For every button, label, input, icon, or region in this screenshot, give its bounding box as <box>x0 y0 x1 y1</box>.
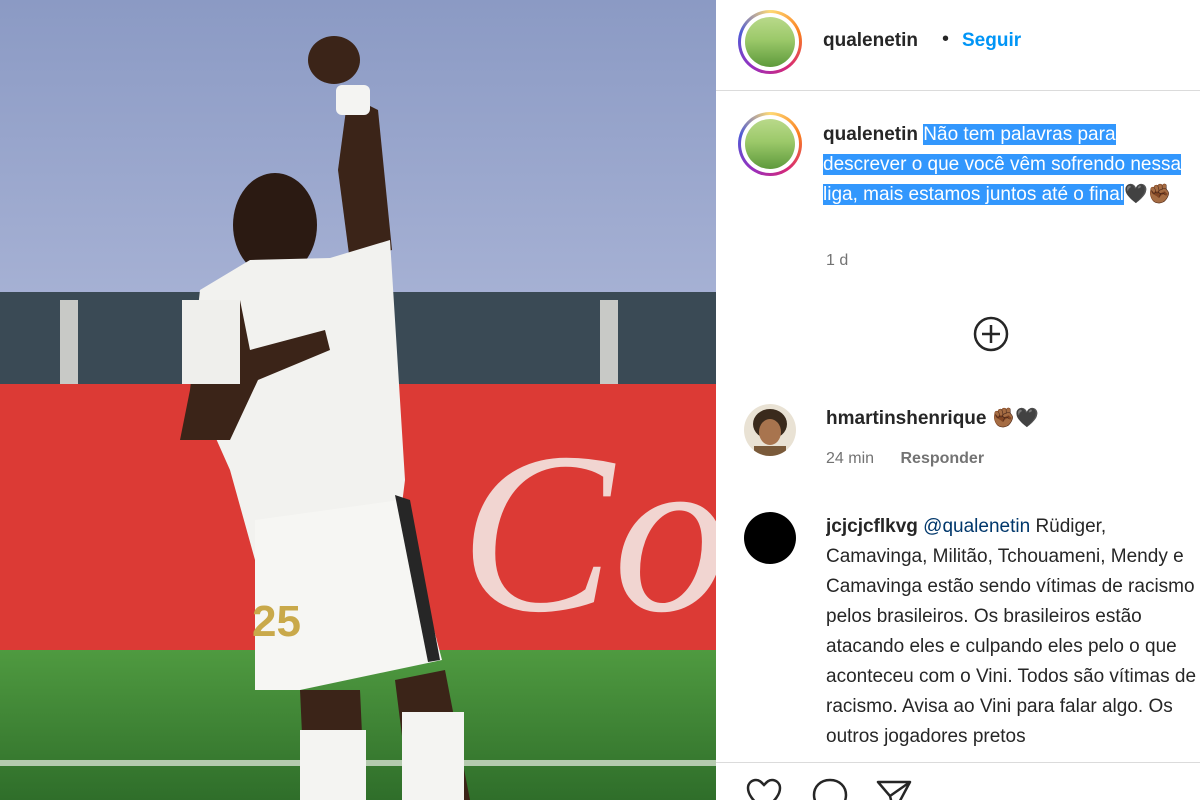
author-username[interactable]: qualenetin <box>823 30 918 52</box>
jersey-number: 25 <box>252 597 301 646</box>
post-header: qualenetin • Seguir <box>716 0 1200 86</box>
comment-meta: 24 min Responder <box>826 450 1006 468</box>
comment-body: Rüdiger, Camavinga, Militão, Tchouameni,… <box>826 516 1197 747</box>
caption-emoji: 🖤✊🏾 <box>1124 184 1172 205</box>
header-divider <box>716 90 1200 91</box>
commenter-avatar[interactable] <box>744 404 796 456</box>
caption-username[interactable]: qualenetin <box>823 124 918 145</box>
player-photo-illustration: Coca 25 <box>0 0 716 800</box>
ad-board-text: Coca <box>460 405 716 660</box>
comment-text: jcjcjcflkvg @qualenetin Rüdiger, Camavin… <box>826 512 1200 752</box>
reply-button[interactable]: Responder <box>900 450 984 467</box>
share-icon[interactable] <box>874 776 914 800</box>
author-avatar[interactable] <box>738 10 802 74</box>
post-side-panel: qualenetin • Seguir qualenetin Não tem p… <box>716 0 1200 800</box>
comment-username[interactable]: hmartinshenrique <box>826 408 986 429</box>
comment-body: ✊🏾🖤 <box>991 408 1040 429</box>
comment-username[interactable]: jcjcjcflkvg <box>826 516 918 537</box>
separator-dot: • <box>942 28 950 50</box>
avatar-face-illustration <box>753 409 787 456</box>
comment-text: hmartinshenrique ✊🏾🖤 <box>826 404 1200 434</box>
caption-timestamp[interactable]: 1 d <box>826 252 848 270</box>
actions-divider <box>716 762 1200 763</box>
comment-timestamp[interactable]: 24 min <box>826 450 874 467</box>
post-photo[interactable]: Coca 25 <box>0 0 716 800</box>
caption-text: qualenetin Não tem palavras para descrev… <box>823 120 1200 210</box>
follow-button[interactable]: Seguir <box>962 30 1021 52</box>
caption-avatar[interactable] <box>738 112 802 176</box>
plus-circle-icon[interactable] <box>971 314 1011 354</box>
commenter-avatar[interactable] <box>744 512 796 564</box>
comment-mention[interactable]: @qualenetin <box>923 516 1030 537</box>
comment-icon[interactable] <box>810 776 850 800</box>
heart-icon[interactable] <box>744 776 784 800</box>
